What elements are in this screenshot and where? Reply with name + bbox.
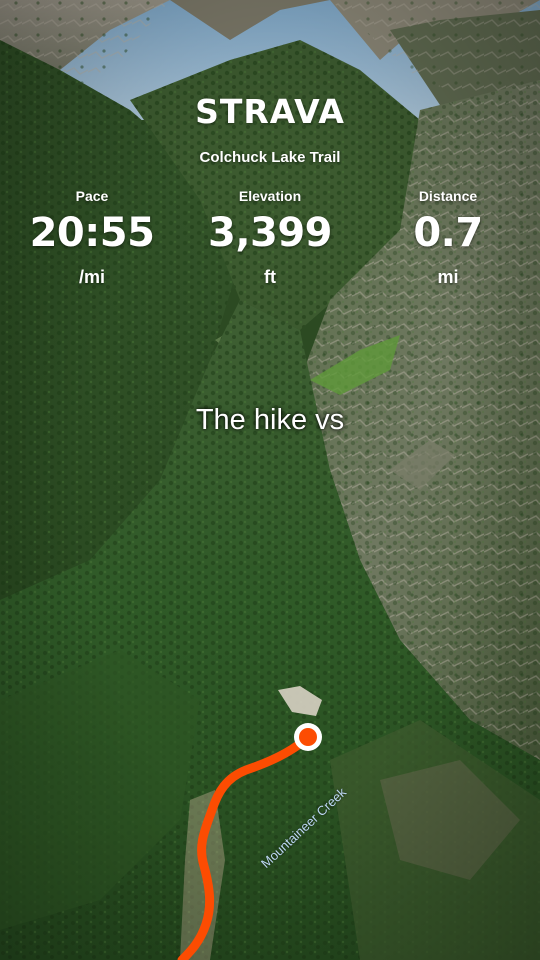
- elevation-label: Elevation: [238, 188, 302, 204]
- distance-value: 0.7: [413, 210, 483, 256]
- elevation-unit: ft: [264, 267, 276, 287]
- pace-value: 20:55: [29, 210, 155, 256]
- strava-logo: STRAVA: [195, 92, 345, 131]
- distance-unit: mi: [437, 267, 459, 287]
- video-caption: The hike vs: [195, 404, 345, 436]
- trail-name: Colchuck Lake Trail: [199, 149, 341, 166]
- stat-elevation: Elevation 3,399 ft: [180, 186, 360, 292]
- stat-distance: Distance 0.7 mi: [358, 186, 538, 292]
- distance-label: Distance: [418, 188, 478, 204]
- elevation-value: 3,399: [207, 210, 333, 256]
- pace-unit: /mi: [78, 267, 105, 287]
- pace-label: Pace: [75, 188, 109, 204]
- stat-pace: Pace 20:55 /mi: [2, 186, 182, 292]
- map-view[interactable]: STRAVA Colchuck Lake Trail Pace 20:55 /m…: [0, 0, 540, 960]
- creek-label: Mountaineer Creek: [258, 784, 350, 871]
